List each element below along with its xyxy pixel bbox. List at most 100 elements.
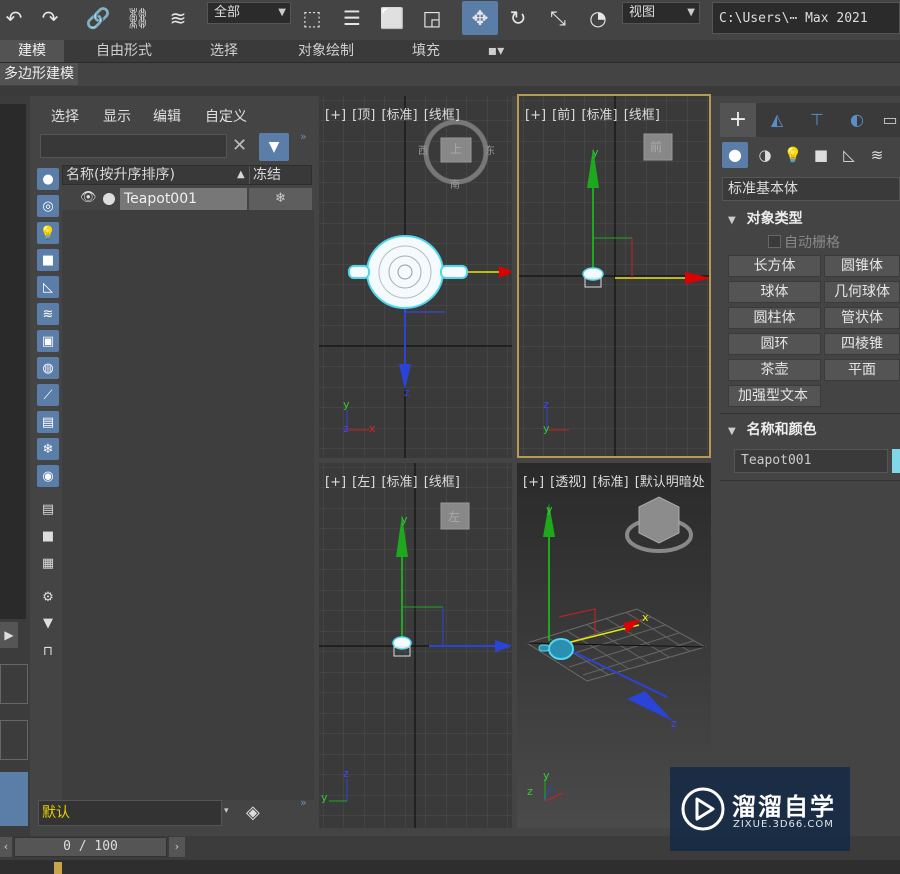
window-crossing-icon[interactable]: ◲ [418, 4, 446, 32]
shape-filter-icon[interactable]: ◎ [37, 195, 59, 217]
menu-customize[interactable]: 自定义 [205, 106, 247, 126]
spacewarp-filter-icon[interactable]: ≋ [37, 303, 59, 325]
display-none-icon[interactable]: ■ [37, 525, 59, 547]
redo-icon[interactable]: ↷ [36, 4, 64, 32]
shapes-icon[interactable]: ◑ [752, 142, 778, 168]
chevron-down-icon[interactable]: ▾ [224, 806, 229, 816]
viewport-top-label[interactable]: [+] [顶] [标准] [线框] [325, 104, 460, 123]
box-button[interactable]: 长方体 [728, 255, 821, 277]
tab-populate[interactable]: 填充 [396, 40, 456, 62]
invert-display-icon[interactable]: ▦ [37, 552, 59, 574]
prev-frame-icon[interactable]: ‹ [0, 837, 12, 857]
select-object-icon[interactable]: ⬚ [298, 4, 326, 32]
container-icon[interactable]: ⊓ [37, 640, 59, 662]
search-input[interactable] [40, 134, 227, 158]
group-filter-icon[interactable]: ▣ [37, 330, 59, 352]
time-slider[interactable]: 0 / 100 [14, 837, 167, 857]
layout-split-icon[interactable] [0, 720, 28, 760]
next-frame-icon[interactable]: › [169, 837, 185, 857]
container-filter-icon[interactable]: ▤ [37, 411, 59, 433]
rect-selection-icon[interactable]: ⬜ [378, 4, 406, 32]
tab-freeform[interactable]: 自由形式 [80, 40, 168, 62]
lights-icon[interactable]: 💡 [780, 142, 806, 168]
filter-toggle-icon[interactable]: ▼ [259, 133, 289, 161]
clear-search-icon[interactable]: ✕ [232, 135, 252, 157]
geosphere-button[interactable]: 几何球体 [824, 281, 900, 303]
bone-filter-icon[interactable]: ⟋ [37, 384, 59, 406]
viewport-front-label[interactable]: [+] [前] [标准] [线框] [525, 104, 660, 123]
viewport-left[interactable]: [+] [左] [标准] [线框] 左 y z y [319, 463, 512, 828]
freeze-snowflake-icon[interactable]: ❄ [249, 188, 312, 210]
reference-coord-dropdown[interactable]: 视图 ▼ [622, 2, 700, 24]
scale-icon[interactable]: ⤡ [544, 4, 572, 32]
viewport-top[interactable]: [+] [顶] [标准] [线框] 上 西 东 南 z y z x [319, 96, 512, 458]
autogrid-checkbox[interactable] [768, 235, 781, 248]
move-icon[interactable]: ✥ [462, 1, 498, 35]
viewcube-front-face[interactable]: 前 [650, 138, 662, 155]
unlink-icon[interactable]: ⛓ [124, 4, 152, 32]
rollout-name-color[interactable]: ▼ 名称和颜色 [722, 419, 900, 441]
menu-display[interactable]: 显示 [103, 106, 131, 126]
hidden-filter-icon[interactable]: ◉ [37, 465, 59, 487]
expand-arrow-icon[interactable]: ▶ [0, 622, 18, 648]
select-by-name-icon[interactable]: ☰ [338, 4, 366, 32]
create-tab-icon[interactable]: + [720, 103, 756, 137]
helpers-icon[interactable]: ◺ [836, 142, 862, 168]
expand-panel-icon[interactable]: » [300, 130, 307, 143]
frozen-filter-icon[interactable]: ❄ [37, 438, 59, 460]
undo-icon[interactable]: ↶ [0, 4, 28, 32]
modify-tab-icon[interactable]: ◭ [762, 103, 792, 137]
hierarchy-tab-icon[interactable]: ⊤ [802, 103, 832, 137]
object-name[interactable]: Teapot001 [120, 188, 247, 210]
menu-select[interactable]: 选择 [51, 106, 79, 126]
subtab-poly-modeling[interactable]: 多边形建模 [0, 63, 78, 85]
layout-grid-icon[interactable] [0, 664, 28, 704]
render-toggle-icon[interactable] [103, 193, 115, 205]
tube-button[interactable]: 管状体 [824, 307, 900, 329]
expand-panel-icon[interactable]: » [300, 796, 307, 809]
cameras-icon[interactable]: ■ [808, 142, 834, 168]
viewport-perspective-label[interactable]: [+] [透视] [标准] [默认明暗处 [523, 471, 705, 490]
rollout-object-type[interactable]: ▼ 对象类型 [722, 208, 900, 230]
visibility-eye-icon[interactable]: 👁 [80, 190, 97, 205]
pyramid-button[interactable]: 四棱锥 [824, 333, 900, 355]
layers-icon[interactable]: ◈ [246, 802, 260, 823]
viewport-left-label[interactable]: [+] [左] [标准] [线框] [325, 471, 460, 490]
torus-button[interactable]: 圆环 [728, 333, 821, 355]
filter-settings-icon[interactable]: ⚙ [37, 586, 59, 608]
menu-edit[interactable]: 编辑 [153, 106, 181, 126]
plane-button[interactable]: 平面 [824, 359, 900, 381]
rotate-icon[interactable]: ↻ [504, 4, 532, 32]
teapot-button[interactable]: 茶壶 [728, 359, 821, 381]
object-name-field[interactable]: Teapot001 [734, 449, 888, 473]
ribbon-options-icon[interactable]: ▪▾ [478, 40, 514, 62]
cylinder-button[interactable]: 圆柱体 [728, 307, 821, 329]
display-all-icon[interactable]: ▤ [37, 498, 59, 520]
object-color-swatch[interactable] [892, 449, 900, 473]
geometry-filter-icon[interactable]: ● [37, 168, 59, 190]
light-filter-icon[interactable]: 💡 [37, 222, 59, 244]
camera-filter-icon[interactable]: ■ [37, 249, 59, 271]
helper-filter-icon[interactable]: ◺ [37, 276, 59, 298]
column-name[interactable]: 名称(按升序排序) [66, 166, 175, 184]
tab-object-paint[interactable]: 对象绘制 [284, 40, 368, 62]
cone-button[interactable]: 圆锥体 [824, 255, 900, 277]
display-tab-icon[interactable]: ▭ [880, 103, 900, 137]
placement-icon[interactable]: ◔ [584, 4, 612, 32]
selection-filter-dropdown[interactable]: 全部 ▼ [207, 2, 291, 24]
link-icon[interactable]: 🔗 [84, 4, 112, 32]
motion-tab-icon[interactable]: ◐ [842, 103, 872, 137]
funnel-icon[interactable]: ▼ [37, 612, 59, 634]
xref-filter-icon[interactable]: ◍ [37, 357, 59, 379]
spacewarps-icon[interactable]: ≋ [864, 142, 890, 168]
textplus-button[interactable]: 加强型文本 [728, 385, 821, 407]
viewport-front[interactable]: [+] [前] [标准] [线框] 前 y z y [517, 94, 711, 458]
time-ruler[interactable] [0, 860, 900, 874]
bind-space-warp-icon[interactable]: ≋ [164, 4, 192, 32]
sphere-button[interactable]: 球体 [728, 281, 821, 303]
time-cursor[interactable] [54, 862, 62, 874]
layout-active-icon[interactable] [0, 772, 28, 826]
table-row[interactable]: 👁 Teapot001 ❄ [62, 188, 312, 210]
viewcube-left-face[interactable]: 左 [448, 508, 460, 525]
column-freeze[interactable]: 冻结 [253, 166, 281, 184]
